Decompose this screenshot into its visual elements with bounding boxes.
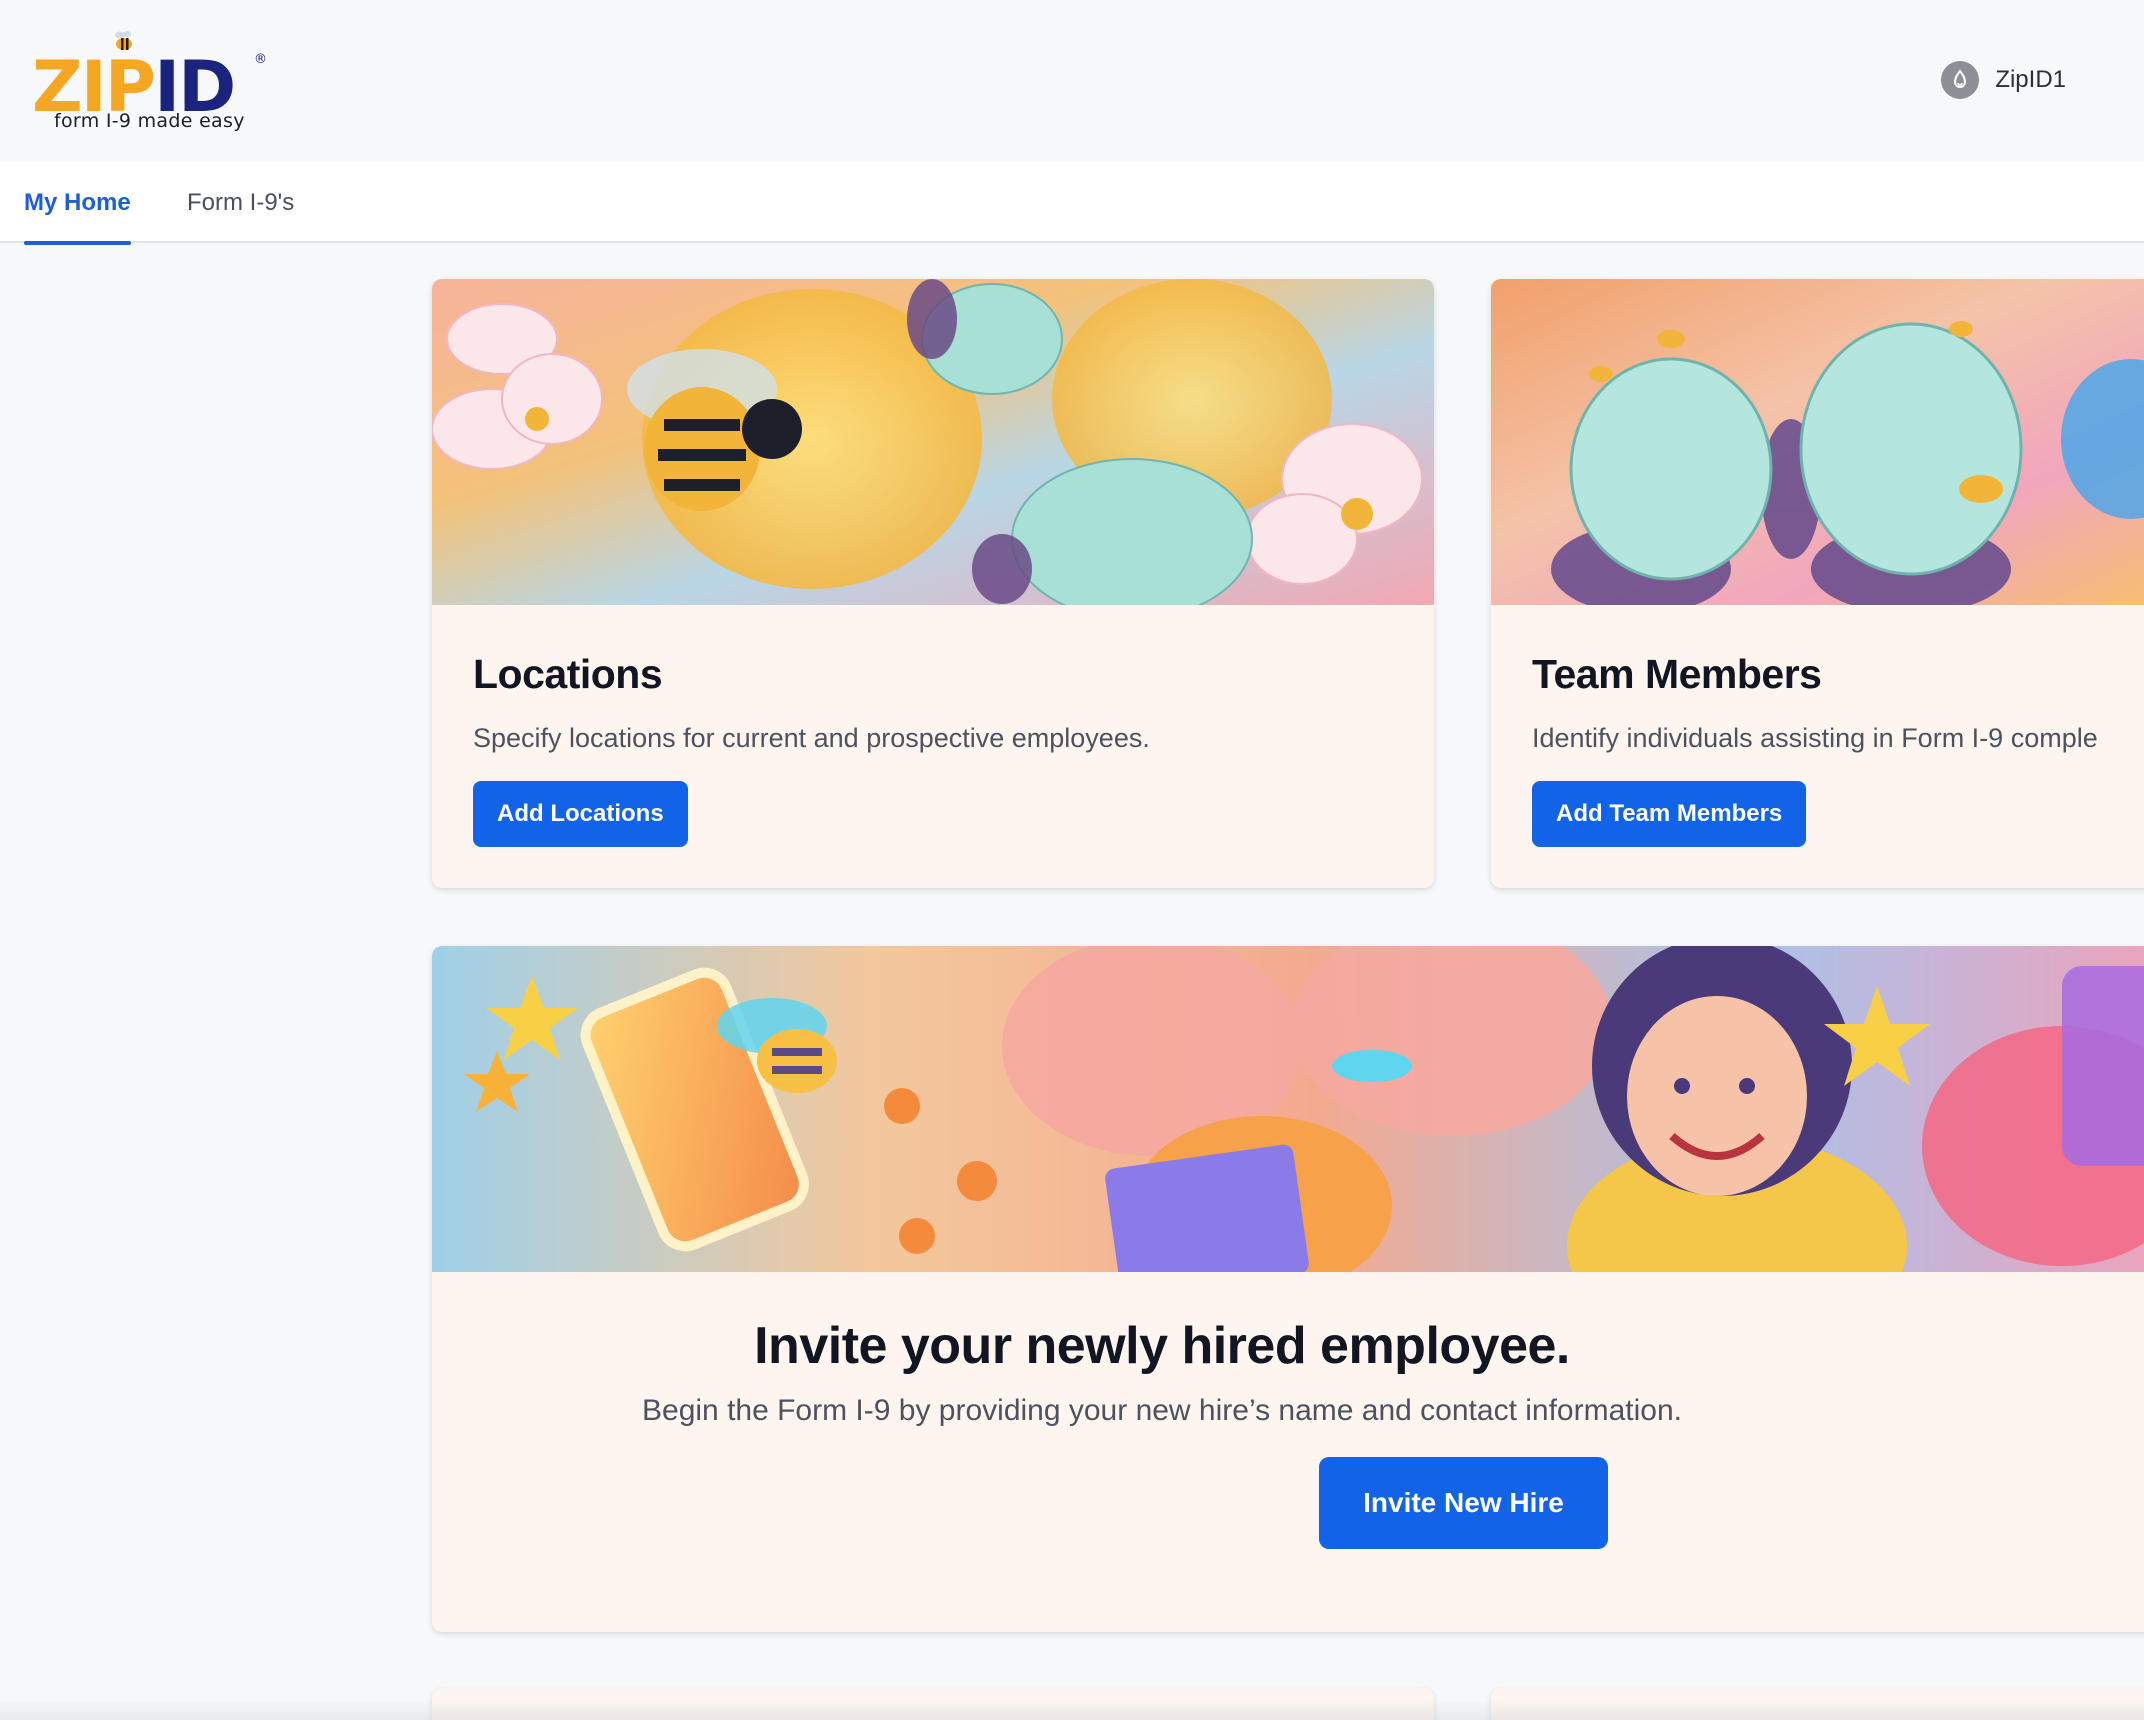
zipid-logo[interactable]: ZIPID ® form I-9 made easy (32, 26, 272, 136)
team-members-title: Team Members (1532, 651, 1822, 697)
locations-card: Locations Specify locations for current … (432, 279, 1434, 888)
invite-new-hire-card: Invite your newly hired employee. Begin … (432, 946, 2144, 1632)
logo-tagline: form I-9 made easy (54, 110, 245, 132)
team-members-banner-image (1491, 279, 2144, 605)
team-members-description: Identify individuals assisting in Form I… (1532, 723, 2098, 753)
add-team-members-button[interactable]: Add Team Members (1532, 781, 1807, 847)
app-header: ZIPID ® form I-9 made easy ZipID1 (0, 0, 2144, 162)
page: ZIPID ® form I-9 made easy ZipID1 My Hom… (0, 0, 2144, 1720)
tab-form-i9s[interactable]: Form I-9's (187, 162, 294, 243)
user-name: ZipID1 (1995, 66, 2066, 93)
main-nav: My Home Form I-9's (0, 162, 2144, 245)
locations-banner-image (432, 279, 1434, 605)
bottom-fade (0, 1700, 2144, 1720)
locations-description: Specify locations for current and prospe… (473, 723, 1150, 753)
invite-banner-image (432, 946, 2144, 1272)
user-menu[interactable]: ZipID1 (1941, 60, 2066, 100)
add-locations-button[interactable]: Add Locations (473, 781, 688, 847)
invite-description: Begin the Form I-9 by providing your new… (642, 1394, 1682, 1427)
locations-title: Locations (473, 651, 663, 697)
invite-title: Invite your newly hired employee. (754, 1317, 1570, 1375)
team-members-card: Team Members Identify individuals assist… (1491, 279, 2144, 888)
invite-new-hire-button[interactable]: Invite New Hire (1319, 1457, 1608, 1549)
logo-registered-mark: ® (254, 52, 267, 67)
user-avatar-icon (1941, 61, 1980, 99)
tab-my-home[interactable]: My Home (24, 162, 131, 245)
